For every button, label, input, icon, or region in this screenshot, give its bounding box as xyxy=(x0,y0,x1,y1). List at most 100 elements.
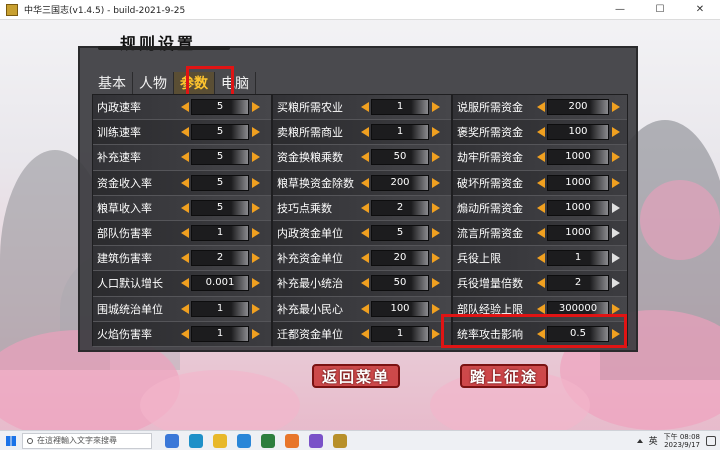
decrease-arrow-icon[interactable] xyxy=(181,102,189,113)
parameter-value[interactable]: 200 xyxy=(371,174,429,191)
input-language[interactable]: 英 xyxy=(649,434,658,447)
parameter-value[interactable]: 5 xyxy=(191,174,249,191)
start-button[interactable] xyxy=(0,431,22,450)
decrease-arrow-icon[interactable] xyxy=(537,202,545,213)
decrease-arrow-icon[interactable] xyxy=(537,278,545,289)
increase-arrow-icon[interactable] xyxy=(432,328,440,339)
increase-arrow-icon[interactable] xyxy=(252,328,260,339)
decrease-arrow-icon[interactable] xyxy=(361,202,369,213)
increase-arrow-icon[interactable] xyxy=(252,253,260,264)
chevron-up-icon[interactable] xyxy=(636,438,643,443)
tab-characters[interactable]: 人物 xyxy=(133,72,174,94)
increase-arrow-icon[interactable] xyxy=(612,278,620,289)
store-icon[interactable] xyxy=(261,433,275,448)
parameter-value[interactable]: 5 xyxy=(191,199,249,216)
decrease-arrow-icon[interactable] xyxy=(181,177,189,188)
parameter-value[interactable]: 2 xyxy=(371,199,429,216)
increase-arrow-icon[interactable] xyxy=(252,127,260,138)
parameter-value[interactable]: 5 xyxy=(191,99,249,116)
firefox-icon[interactable] xyxy=(285,433,299,448)
increase-arrow-icon[interactable] xyxy=(252,177,260,188)
decrease-arrow-icon[interactable] xyxy=(537,303,545,314)
increase-arrow-icon[interactable] xyxy=(432,177,440,188)
decrease-arrow-icon[interactable] xyxy=(537,127,545,138)
clock[interactable]: 下午 08:08 2023/9/17 xyxy=(664,433,700,449)
increase-arrow-icon[interactable] xyxy=(612,202,620,213)
increase-arrow-icon[interactable] xyxy=(252,202,260,213)
decrease-arrow-icon[interactable] xyxy=(181,228,189,239)
parameter-value[interactable]: 100 xyxy=(371,300,429,317)
start-journey-button[interactable]: 踏上征途 xyxy=(460,364,549,388)
parameter-value[interactable]: 1 xyxy=(191,325,249,342)
increase-arrow-icon[interactable] xyxy=(252,152,260,163)
parameter-value[interactable]: 1 xyxy=(371,124,429,141)
decrease-arrow-icon[interactable] xyxy=(361,228,369,239)
parameter-value[interactable]: 1000 xyxy=(547,149,609,166)
decrease-arrow-icon[interactable] xyxy=(537,152,545,163)
tab-basic[interactable]: 基本 xyxy=(92,72,133,94)
increase-arrow-icon[interactable] xyxy=(252,102,260,113)
decrease-arrow-icon[interactable] xyxy=(537,177,545,188)
parameter-value[interactable]: 1 xyxy=(547,250,609,267)
app-icon[interactable] xyxy=(309,433,323,448)
decrease-arrow-icon[interactable] xyxy=(361,152,369,163)
decrease-arrow-icon[interactable] xyxy=(181,278,189,289)
increase-arrow-icon[interactable] xyxy=(432,202,440,213)
decrease-arrow-icon[interactable] xyxy=(361,102,369,113)
parameter-value[interactable]: 2 xyxy=(191,250,249,267)
decrease-arrow-icon[interactable] xyxy=(361,177,369,188)
parameter-value[interactable]: 1 xyxy=(191,225,249,242)
increase-arrow-icon[interactable] xyxy=(612,253,620,264)
increase-arrow-icon[interactable] xyxy=(612,152,620,163)
parameter-value[interactable]: 20 xyxy=(371,250,429,267)
parameter-value[interactable]: 50 xyxy=(371,149,429,166)
increase-arrow-icon[interactable] xyxy=(612,177,620,188)
decrease-arrow-icon[interactable] xyxy=(361,278,369,289)
parameter-value[interactable]: 100 xyxy=(547,124,609,141)
decrease-arrow-icon[interactable] xyxy=(361,328,369,339)
decrease-arrow-icon[interactable] xyxy=(181,328,189,339)
decrease-arrow-icon[interactable] xyxy=(181,127,189,138)
decrease-arrow-icon[interactable] xyxy=(537,102,545,113)
decrease-arrow-icon[interactable] xyxy=(181,253,189,264)
parameter-value[interactable]: 2 xyxy=(547,275,609,292)
taskbar-search-input[interactable]: 在這裡輸入文字來搜尋 xyxy=(22,432,152,449)
increase-arrow-icon[interactable] xyxy=(252,278,260,289)
decrease-arrow-icon[interactable] xyxy=(361,127,369,138)
game-icon[interactable] xyxy=(333,433,347,448)
increase-arrow-icon[interactable] xyxy=(432,228,440,239)
increase-arrow-icon[interactable] xyxy=(612,127,620,138)
increase-arrow-icon[interactable] xyxy=(432,127,440,138)
increase-arrow-icon[interactable] xyxy=(432,102,440,113)
increase-arrow-icon[interactable] xyxy=(612,228,620,239)
decrease-arrow-icon[interactable] xyxy=(361,253,369,264)
decrease-arrow-icon[interactable] xyxy=(361,303,369,314)
minimize-button[interactable]: — xyxy=(600,0,640,20)
increase-arrow-icon[interactable] xyxy=(432,278,440,289)
maximize-button[interactable]: ☐ xyxy=(640,0,680,20)
parameter-value[interactable]: 5 xyxy=(371,225,429,242)
decrease-arrow-icon[interactable] xyxy=(181,303,189,314)
parameter-value[interactable]: 1000 xyxy=(547,199,609,216)
mail-icon[interactable] xyxy=(237,433,251,448)
increase-arrow-icon[interactable] xyxy=(432,253,440,264)
parameter-value[interactable]: 1 xyxy=(371,99,429,116)
parameter-value[interactable]: 5 xyxy=(191,124,249,141)
decrease-arrow-icon[interactable] xyxy=(181,202,189,213)
parameter-value[interactable]: 1000 xyxy=(547,174,609,191)
decrease-arrow-icon[interactable] xyxy=(537,253,545,264)
edge-icon[interactable] xyxy=(189,433,203,448)
parameter-value[interactable]: 1 xyxy=(371,325,429,342)
decrease-arrow-icon[interactable] xyxy=(537,228,545,239)
increase-arrow-icon[interactable] xyxy=(432,152,440,163)
increase-arrow-icon[interactable] xyxy=(252,228,260,239)
close-button[interactable]: ✕ xyxy=(680,0,720,20)
parameter-value[interactable]: 1 xyxy=(191,300,249,317)
chrome-icon[interactable] xyxy=(213,433,227,448)
decrease-arrow-icon[interactable] xyxy=(181,152,189,163)
increase-arrow-icon[interactable] xyxy=(432,303,440,314)
parameter-value[interactable]: 5 xyxy=(191,149,249,166)
parameter-value[interactable]: 0.001 xyxy=(191,275,249,292)
parameter-value[interactable]: 1000 xyxy=(547,225,609,242)
parameter-value[interactable]: 50 xyxy=(371,275,429,292)
